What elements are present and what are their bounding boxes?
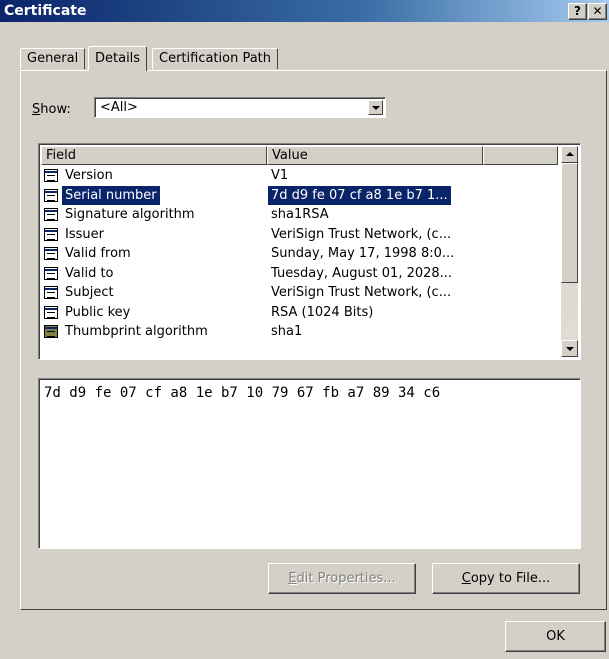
field-icon <box>44 188 58 202</box>
arrow-down-icon <box>566 347 574 351</box>
field-name: Valid from <box>65 246 131 261</box>
chevron-down-icon <box>372 106 380 110</box>
field-name: Public key <box>65 304 131 320</box>
field-detail-text: 7d d9 fe 07 cf a8 1e b7 10 79 67 fb a7 8… <box>44 385 441 401</box>
field-detail-box[interactable]: 7d d9 fe 07 cf a8 1e b7 10 79 67 fb a7 8… <box>38 378 581 549</box>
field-name: Valid to <box>65 265 114 281</box>
field-icon <box>44 208 58 221</box>
list-item[interactable]: Valid to Tuesday, August 01, 2028... <box>41 264 560 284</box>
thumbprint-field-icon <box>44 325 58 338</box>
field-icon <box>44 286 58 299</box>
show-label: Show: <box>32 102 71 117</box>
field-icon <box>44 169 58 182</box>
window-title: Certificate <box>4 3 87 19</box>
field-name: Version <box>65 168 113 183</box>
field-value: V1 <box>271 168 289 183</box>
tab-general[interactable]: General <box>20 48 86 69</box>
list-item[interactable]: Valid from Sunday, May 17, 1998 8:0... <box>41 244 560 264</box>
list-item[interactable]: Public key RSA (1024 Bits) <box>41 303 560 323</box>
help-button[interactable]: ? <box>568 3 587 20</box>
field-name: Serial number <box>62 185 160 205</box>
field-value: VeriSign Trust Network, (c... <box>271 285 452 300</box>
field-name: Subject <box>65 285 114 300</box>
field-value: RSA (1024 Bits) <box>271 304 374 320</box>
tab-certification-path[interactable]: Certification Path <box>152 48 279 69</box>
field-value: sha1RSA <box>271 207 329 222</box>
list-item[interactable]: Thumbprint algorithm sha1 <box>41 322 560 342</box>
field-value: Sunday, May 17, 1998 8:0... <box>271 246 455 261</box>
list-item[interactable]: Subject VeriSign Trust Network, (c... <box>41 283 560 303</box>
field-icon <box>44 305 58 319</box>
arrow-up-icon <box>566 152 574 156</box>
scroll-up-button[interactable] <box>561 146 578 163</box>
column-header-value[interactable]: Value <box>267 146 483 165</box>
show-select[interactable]: <All> <box>94 97 386 118</box>
list-rows: Version V1 Serial number 7d d9 fe 07 cf a8 … <box>41 166 560 342</box>
list-item[interactable]: Issuer VeriSign Trust Network, (c... <box>41 225 560 245</box>
list-header: Field Value <box>41 146 560 165</box>
field-icon <box>44 247 58 260</box>
title-bar: Certificate ? ✕ <box>0 0 609 22</box>
field-value: sha1 <box>271 324 303 339</box>
show-select-value: <All> <box>100 100 138 115</box>
show-dropdown-button[interactable] <box>368 100 383 115</box>
scroll-down-button[interactable] <box>561 340 578 357</box>
ok-button[interactable]: OK <box>505 621 606 652</box>
field-value: Tuesday, August 01, 2028... <box>271 265 453 281</box>
field-icon <box>44 227 58 241</box>
field-icon <box>44 266 58 280</box>
field-name: Signature algorithm <box>65 207 195 222</box>
column-header-blank <box>483 146 558 165</box>
copy-to-file-button[interactable]: Copy to File... <box>432 563 580 594</box>
list-item[interactable]: Signature algorithm sha1RSA <box>41 205 560 225</box>
fields-list[interactable]: Field Value Version V1 Serial number 7d d9 … <box>38 143 581 360</box>
edit-properties-button: Edit Properties... <box>268 563 416 594</box>
list-item[interactable]: Serial number 7d d9 fe 07 cf a8 1e b7 1..… <box>41 185 560 206</box>
scrollbar-thumb[interactable] <box>561 163 578 283</box>
field-name: Thumbprint algorithm <box>65 324 208 339</box>
field-name: Issuer <box>65 226 104 242</box>
field-value: VeriSign Trust Network, (c... <box>271 226 452 242</box>
column-header-field[interactable]: Field <box>41 146 267 165</box>
vertical-scrollbar[interactable] <box>561 146 578 357</box>
field-value: 7d d9 fe 07 cf a8 1e b7 1... <box>268 185 451 205</box>
close-button[interactable]: ✕ <box>588 3 607 20</box>
tab-details[interactable]: Details <box>88 46 148 71</box>
list-item[interactable]: Version V1 <box>41 166 560 186</box>
